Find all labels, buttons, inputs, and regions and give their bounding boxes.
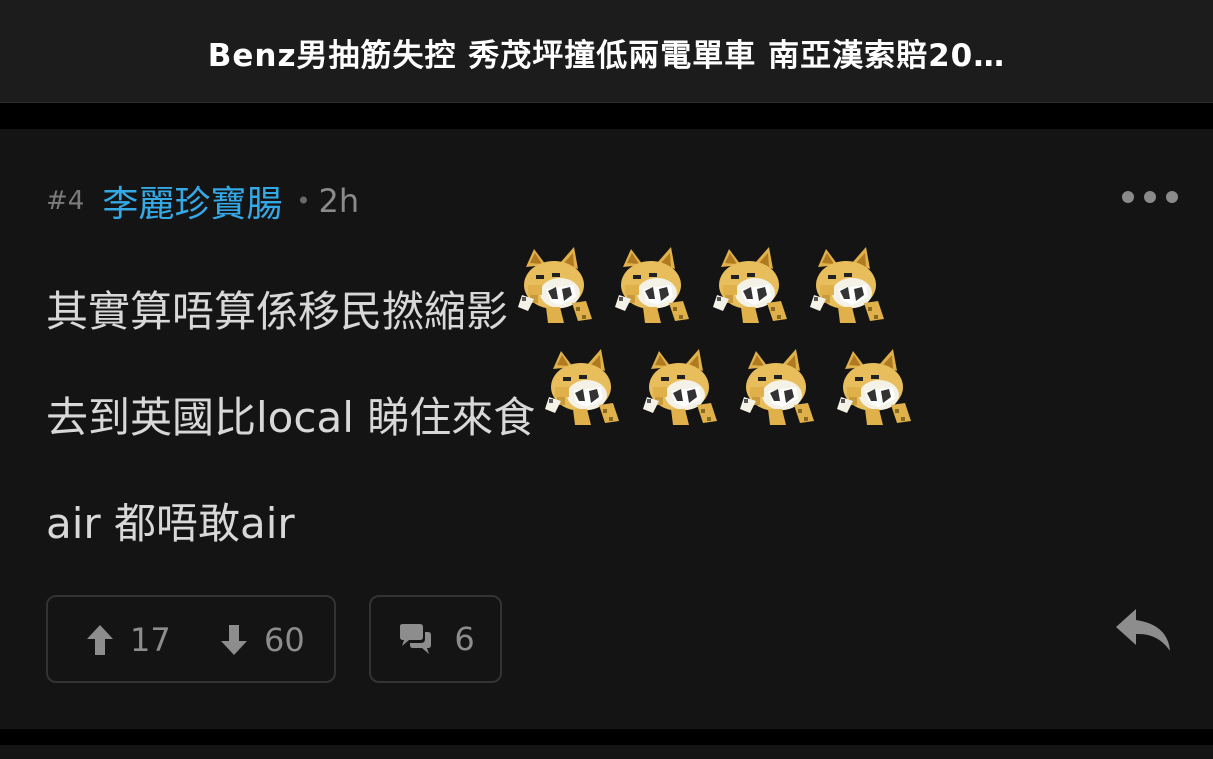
downvote-count: 60 xyxy=(264,621,305,659)
divider xyxy=(0,103,1213,129)
reply-icon[interactable] xyxy=(1114,607,1172,653)
arrow-down-icon xyxy=(221,625,247,655)
upvote-count: 17 xyxy=(130,621,171,659)
thread-title[interactable]: Benz男抽筋失控 秀茂坪撞低兩電單車 南亞漢索賠20… xyxy=(0,30,1213,75)
floor-number: #4 xyxy=(46,186,85,216)
laughing-dog-emoji-icon xyxy=(712,247,787,323)
dot-icon xyxy=(1166,191,1178,203)
laughing-dog-emoji-icon xyxy=(642,349,717,425)
top-bar: Benz男抽筋失控 秀茂坪撞低兩電單車 南亞漢索賠20… xyxy=(0,0,1213,103)
downvote-button[interactable]: 60 xyxy=(220,621,305,659)
laughing-dog-emoji-icon xyxy=(545,349,620,425)
comment-button[interactable]: 6 xyxy=(369,595,502,683)
content-line: air 都唔敢air xyxy=(46,491,295,551)
comments-icon xyxy=(400,624,432,654)
dot-icon xyxy=(1122,191,1134,203)
divider xyxy=(0,729,1213,759)
arrow-up-icon xyxy=(87,625,113,655)
content-text: air 都唔敢air xyxy=(46,499,295,548)
reply-meta: #4 李麗珍寶腸 • 2h xyxy=(46,181,360,225)
upvote-button[interactable]: 17 xyxy=(86,621,171,659)
laughing-dog-emoji-icon xyxy=(810,247,885,323)
laughing-dog-emoji-icon xyxy=(837,349,912,425)
content-text: 其實算唔算係移民撚縮影 xyxy=(46,287,509,336)
laughing-dog-emoji-icon xyxy=(615,247,690,323)
laughing-dog-emoji-icon xyxy=(739,349,814,425)
content-line: 去到英國比local 睇住來食 xyxy=(46,349,915,465)
reply-card: #4 李麗珍寶腸 • 2h 其實算唔算係移民撚縮影 去到英國比local 睇住來… xyxy=(0,129,1213,729)
laughing-dog-emoji-icon xyxy=(518,247,593,323)
author-name[interactable]: 李麗珍寶腸 xyxy=(102,175,282,227)
post-time: 2h xyxy=(318,182,360,220)
meta-separator: • xyxy=(296,187,311,215)
content-text: 去到英國比local 睇住來食 xyxy=(46,393,536,442)
comment-count: 6 xyxy=(454,620,475,658)
emoji-group xyxy=(539,347,915,427)
dot-icon xyxy=(1144,191,1156,203)
emoji-group xyxy=(512,245,888,325)
vote-box: 17 60 xyxy=(46,595,336,683)
more-options-icon[interactable] xyxy=(1122,189,1178,205)
